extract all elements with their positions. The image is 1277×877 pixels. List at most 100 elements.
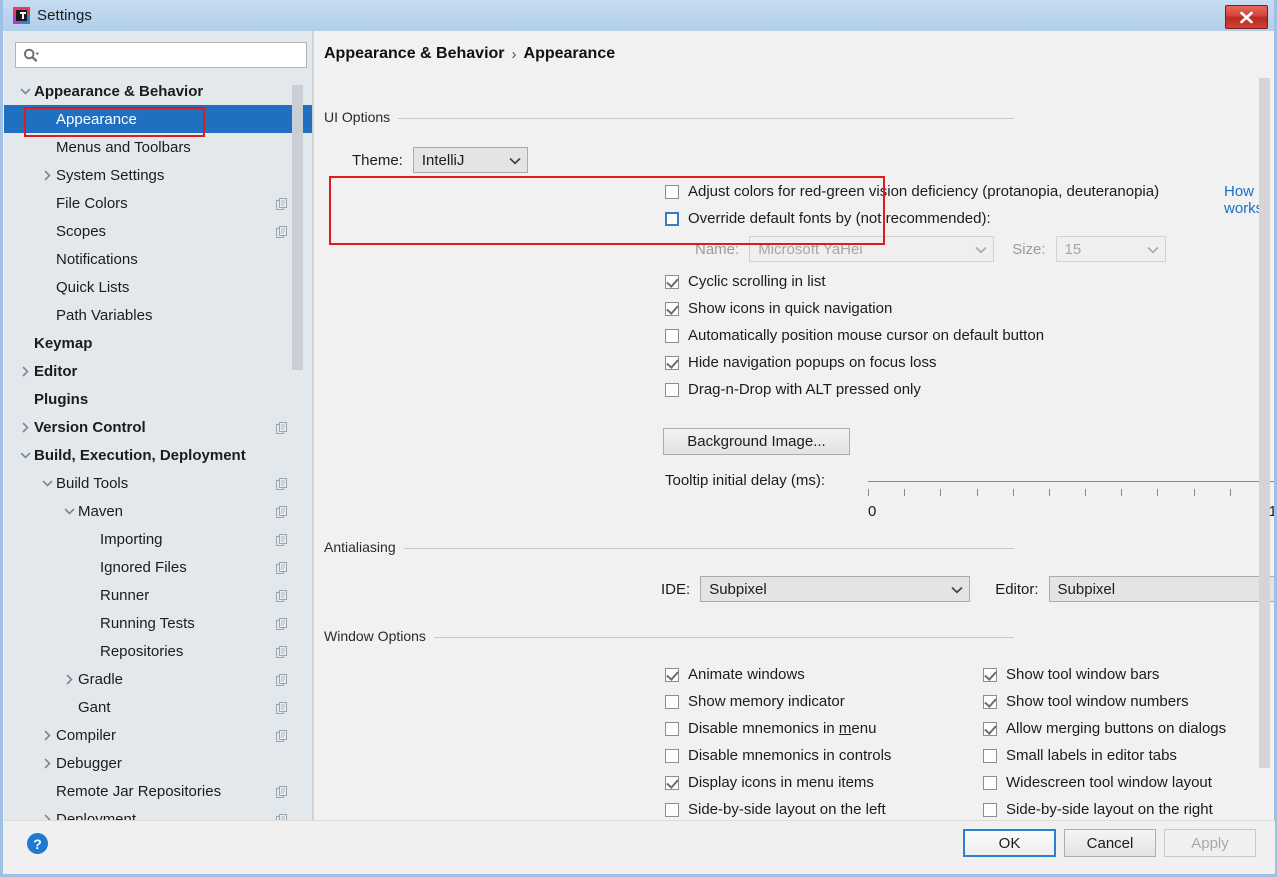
sidebar-item-maven[interactable]: Maven bbox=[4, 497, 314, 525]
slider-tick bbox=[1085, 489, 1086, 496]
sidebar-item-label: Keymap bbox=[34, 334, 93, 352]
chevron-right-icon[interactable] bbox=[18, 364, 32, 378]
sidebar-item-ignored-files[interactable]: Ignored Files bbox=[4, 553, 314, 581]
checkbox-label: Small labels in editor tabs bbox=[1006, 747, 1177, 764]
window-options-title: Window Options bbox=[324, 628, 434, 644]
chevron-down-icon bbox=[975, 241, 987, 258]
window-options-group-header: Window Options bbox=[324, 628, 1014, 644]
ok-button[interactable]: OK bbox=[963, 829, 1056, 857]
checkbox-disable-mnemonics-in-menu[interactable]: Disable mnemonics in menu bbox=[665, 720, 876, 737]
sidebar-item-label: File Colors bbox=[56, 194, 128, 212]
search-input[interactable] bbox=[43, 46, 287, 64]
help-icon[interactable]: ? bbox=[27, 833, 48, 854]
checkbox-animate-windows[interactable]: Animate windows bbox=[665, 666, 805, 683]
sidebar-item-path-variables[interactable]: Path Variables bbox=[4, 301, 314, 329]
checkbox-display-icons-in-menu-items[interactable]: Display icons in menu items bbox=[665, 774, 874, 791]
checkbox-show-icons-in-quick-navigation[interactable]: Show icons in quick navigation bbox=[665, 300, 892, 317]
chevron-right-icon[interactable] bbox=[40, 756, 54, 770]
tooltip-delay-slider[interactable]: 0 1200 bbox=[868, 481, 1274, 523]
settings-dialog: Settings Appearance & Behavior Appearanc… bbox=[0, 0, 1277, 877]
sidebar-item-label: Scopes bbox=[56, 222, 107, 240]
sidebar-item-compiler[interactable]: Compiler bbox=[4, 721, 314, 749]
main-scrollbar-thumb[interactable] bbox=[1259, 78, 1270, 768]
checkbox-side-by-side-layout-on-the-left[interactable]: Side-by-side layout on the left bbox=[665, 801, 886, 818]
checkbox-automatically-position-mouse-cursor-on-default-button[interactable]: Automatically position mouse cursor on d… bbox=[665, 327, 1044, 344]
font-name-select[interactable]: Microsoft YaHei bbox=[749, 236, 995, 262]
sidebar-item-build-tools[interactable]: Build Tools bbox=[4, 469, 314, 497]
chevron-right-icon[interactable] bbox=[40, 728, 54, 742]
checkbox-label: Show memory indicator bbox=[688, 693, 845, 710]
sidebar-item-system-settings[interactable]: System Settings bbox=[4, 161, 314, 189]
checkbox-drag-n-drop-with-alt-pressed-only[interactable]: Drag-n-Drop with ALT pressed only bbox=[665, 381, 921, 398]
chevron-down-icon[interactable] bbox=[62, 504, 76, 518]
cancel-button[interactable]: Cancel bbox=[1064, 829, 1156, 857]
ide-antialias-select[interactable]: Subpixel bbox=[700, 576, 971, 602]
sidebar-item-file-colors[interactable]: File Colors bbox=[4, 189, 314, 217]
sidebar-item-editor[interactable]: Editor bbox=[4, 357, 314, 385]
sidebar-item-running-tests[interactable]: Running Tests bbox=[4, 609, 314, 637]
checkbox-widescreen-tool-window-layout[interactable]: Widescreen tool window layout bbox=[983, 774, 1212, 791]
sidebar-item-runner[interactable]: Runner bbox=[4, 581, 314, 609]
sidebar-item-label: Repositories bbox=[100, 642, 184, 660]
override-fonts-checkbox[interactable]: Override default fonts by (not recommend… bbox=[665, 210, 991, 227]
checkbox-box bbox=[983, 694, 997, 709]
sidebar-item-menus-and-toolbars[interactable]: Menus and Toolbars bbox=[4, 133, 314, 161]
search-box[interactable] bbox=[15, 42, 307, 68]
sidebar-item-importing[interactable]: Importing bbox=[4, 525, 314, 553]
sidebar-item-debugger[interactable]: Debugger bbox=[4, 749, 314, 777]
sidebar-item-repositories[interactable]: Repositories bbox=[4, 637, 314, 665]
apply-button[interactable]: Apply bbox=[1164, 829, 1256, 857]
checkbox-disable-mnemonics-in-controls[interactable]: Disable mnemonics in controls bbox=[665, 747, 891, 764]
font-size-value: 15 bbox=[1064, 240, 1082, 258]
font-size-select[interactable]: 15 bbox=[1055, 236, 1166, 262]
sidebar-item-remote-jar-repositories[interactable]: Remote Jar Repositories bbox=[4, 777, 314, 805]
chevron-down-icon[interactable] bbox=[18, 84, 32, 98]
editor-antialias-select[interactable]: Subpixel bbox=[1048, 576, 1274, 602]
checkbox-show-tool-window-numbers[interactable]: Show tool window numbers bbox=[983, 693, 1189, 710]
checkbox-show-tool-window-bars[interactable]: Show tool window bars bbox=[983, 666, 1159, 683]
breadcrumb-separator-icon: › bbox=[511, 45, 517, 63]
sidebar-item-label: Importing bbox=[100, 530, 163, 548]
sidebar-item-notifications[interactable]: Notifications bbox=[4, 245, 314, 273]
sidebar-item-deployment[interactable]: Deployment bbox=[4, 805, 314, 820]
chevron-right-icon[interactable] bbox=[40, 168, 54, 182]
sidebar-item-scopes[interactable]: Scopes bbox=[4, 217, 314, 245]
sidebar-scrollbar-thumb[interactable] bbox=[292, 85, 303, 370]
checkbox-cyclic-scrolling-in-list[interactable]: Cyclic scrolling in list bbox=[665, 273, 826, 290]
sidebar-item-version-control[interactable]: Version Control bbox=[4, 413, 314, 441]
checkbox-hide-navigation-popups-on-focus-loss[interactable]: Hide navigation popups on focus loss bbox=[665, 354, 937, 371]
sidebar-item-quick-lists[interactable]: Quick Lists bbox=[4, 273, 314, 301]
sidebar-item-plugins[interactable]: Plugins bbox=[4, 385, 314, 413]
adjust-colors-checkbox[interactable]: Adjust colors for red-green vision defic… bbox=[665, 183, 1159, 200]
close-button[interactable] bbox=[1225, 5, 1268, 29]
sidebar-item-build-execution-deployment[interactable]: Build, Execution, Deployment bbox=[4, 441, 314, 469]
chevron-right-icon[interactable] bbox=[40, 812, 54, 820]
background-image-button[interactable]: Background Image... bbox=[663, 428, 850, 455]
breadcrumb-parent[interactable]: Appearance & Behavior bbox=[324, 45, 505, 63]
chevron-down-icon[interactable] bbox=[40, 476, 54, 490]
ide-antialias-label: IDE: bbox=[661, 580, 691, 598]
checkbox-box bbox=[665, 382, 679, 397]
theme-select[interactable]: IntelliJ bbox=[412, 147, 528, 173]
sidebar-item-appearance-behavior[interactable]: Appearance & Behavior bbox=[4, 77, 314, 105]
checkbox-side-by-side-layout-on-the-right[interactable]: Side-by-side layout on the right bbox=[983, 801, 1213, 818]
sidebar-item-keymap[interactable]: Keymap bbox=[4, 329, 314, 357]
sidebar-item-gant[interactable]: Gant bbox=[4, 693, 314, 721]
checkbox-box bbox=[665, 211, 679, 226]
chevron-right-icon[interactable] bbox=[18, 420, 32, 434]
sidebar-item-appearance[interactable]: Appearance bbox=[4, 105, 314, 133]
checkbox-small-labels-in-editor-tabs[interactable]: Small labels in editor tabs bbox=[983, 747, 1177, 764]
checkbox-show-memory-indicator[interactable]: Show memory indicator bbox=[665, 693, 845, 710]
sidebar-item-label: Gradle bbox=[78, 670, 124, 688]
window-title: Settings bbox=[37, 7, 92, 24]
project-level-icon bbox=[276, 477, 288, 494]
project-level-icon bbox=[276, 197, 288, 214]
checkbox-box bbox=[983, 775, 997, 790]
sidebar-item-gradle[interactable]: Gradle bbox=[4, 665, 314, 693]
checkbox-allow-merging-buttons-on-dialogs[interactable]: Allow merging buttons on dialogs bbox=[983, 720, 1226, 737]
project-level-icon bbox=[276, 673, 288, 690]
chevron-down-icon[interactable] bbox=[18, 448, 32, 462]
sidebar-item-label: Ignored Files bbox=[100, 558, 187, 576]
settings-main-panel: Appearance & Behavior › Appearance UI Op… bbox=[315, 31, 1274, 820]
chevron-right-icon[interactable] bbox=[62, 672, 76, 686]
